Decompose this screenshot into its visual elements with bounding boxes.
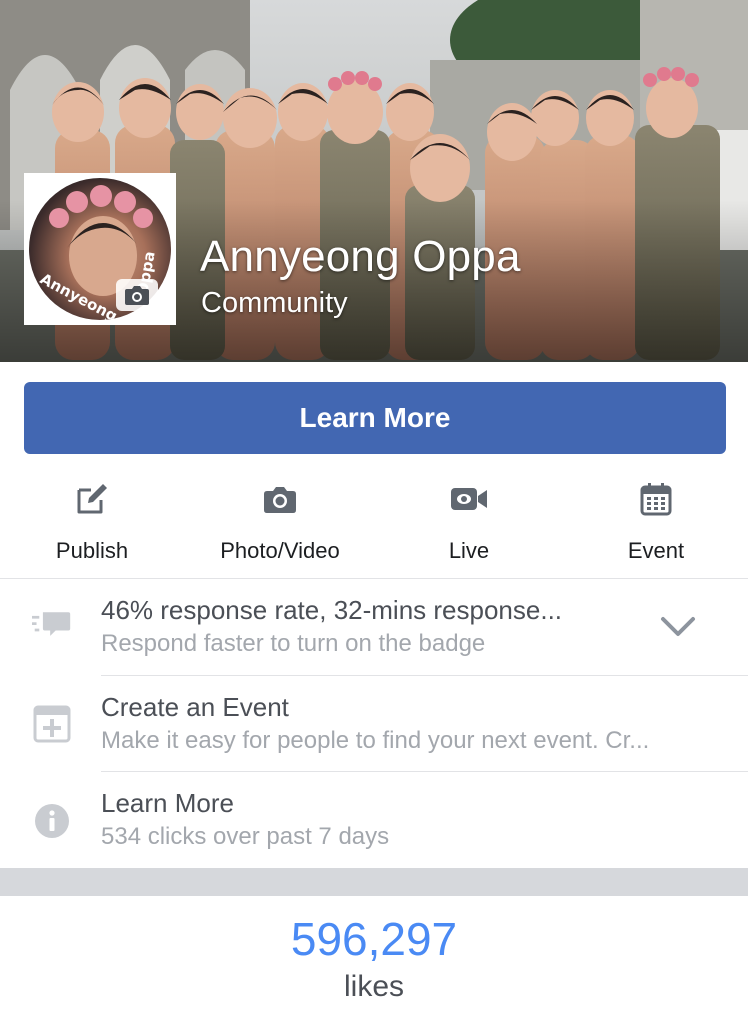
response-rate-title: 46% response rate, 32-mins response... bbox=[101, 595, 563, 625]
change-profile-photo-button[interactable] bbox=[116, 279, 158, 311]
event-label: Event bbox=[627, 538, 685, 563]
edit-icon bbox=[77, 484, 107, 514]
create-event-subtitle: Make it easy for people to find your nex… bbox=[101, 727, 650, 754]
publish-label: Publish bbox=[55, 538, 129, 563]
chat-bubble-icon bbox=[32, 612, 71, 636]
photo-video-action[interactable]: Photo/Video bbox=[190, 478, 370, 564]
learn-more-clicks-subtitle: 534 clicks over past 7 days bbox=[101, 823, 390, 850]
add-event-icon bbox=[33, 705, 71, 743]
row-icon bbox=[32, 704, 72, 744]
learn-more-clicks-row[interactable]: Learn More 534 clicks over past 7 days bbox=[0, 772, 748, 868]
row-icon bbox=[32, 605, 72, 645]
live-label: Live bbox=[448, 538, 490, 563]
create-event-title: Create an Event bbox=[101, 692, 289, 722]
chevron-down-icon[interactable] bbox=[660, 616, 696, 638]
publish-action[interactable]: Publish bbox=[2, 478, 182, 564]
event-action[interactable]: Event bbox=[566, 478, 746, 564]
info-icon bbox=[35, 804, 69, 838]
page-category: Community bbox=[201, 287, 348, 319]
create-event-row[interactable]: Create an Event Make it easy for people … bbox=[0, 676, 748, 772]
camera-icon bbox=[125, 286, 149, 305]
photo-video-label: Photo/Video bbox=[220, 538, 340, 563]
video-camera-icon bbox=[451, 488, 487, 510]
page-actions-bar: Publish Photo/Video Live Event bbox=[0, 478, 748, 578]
row-icon bbox=[32, 801, 72, 841]
likes-label: likes bbox=[343, 970, 404, 1003]
response-rate-subtitle: Respond faster to turn on the badge bbox=[101, 630, 486, 657]
section-separator bbox=[0, 868, 748, 896]
page-title: Annyeong Oppa bbox=[200, 232, 521, 281]
camera-icon bbox=[264, 487, 296, 513]
likes-count[interactable]: 596,297 bbox=[0, 912, 748, 966]
live-action[interactable]: Live bbox=[379, 478, 559, 564]
response-rate-row[interactable]: 46% response rate, 32-mins response... R… bbox=[0, 579, 748, 675]
calendar-icon bbox=[640, 483, 672, 516]
learn-more-button[interactable]: Learn More bbox=[24, 382, 726, 454]
learn-more-clicks-title: Learn More bbox=[101, 788, 234, 818]
